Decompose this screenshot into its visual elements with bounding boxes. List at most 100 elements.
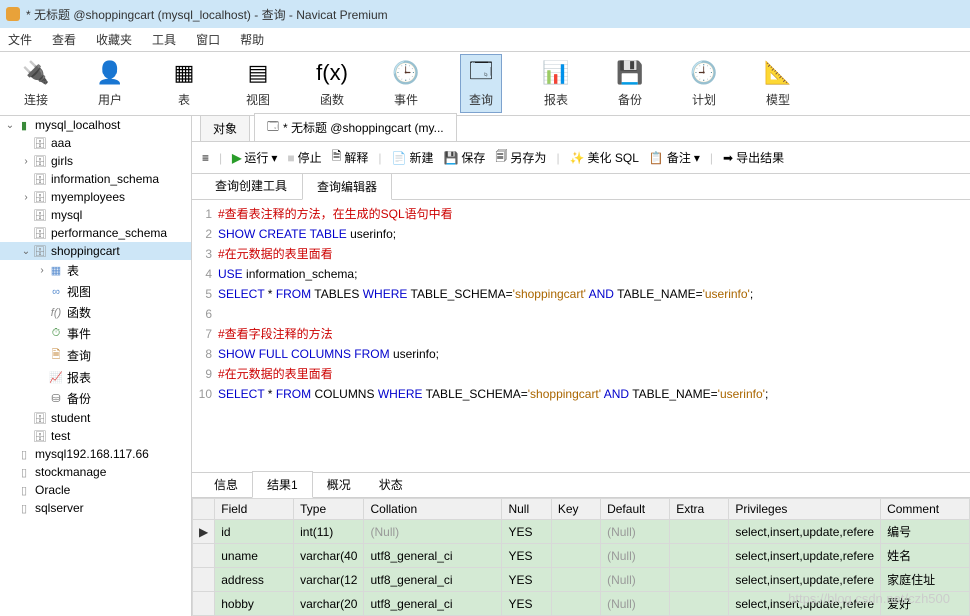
grid-cell[interactable]: [551, 568, 600, 592]
menu-item[interactable]: 查看: [52, 31, 76, 48]
toolbar-计划[interactable]: 🕘计划: [684, 55, 724, 112]
run-button[interactable]: ▶运行 ▾: [232, 149, 277, 166]
tree-toggle[interactable]: ›: [20, 156, 32, 167]
grid-cell[interactable]: 爱好: [881, 592, 970, 616]
tree-item[interactable]: ›▦表: [0, 260, 191, 281]
toolbar-用户[interactable]: 👤用户: [90, 55, 130, 112]
tree-item[interactable]: ∞视图: [0, 281, 191, 302]
tree-item[interactable]: ⌄▮mysql_localhost: [0, 116, 191, 134]
save-button[interactable]: 💾 保存: [443, 149, 485, 166]
grid-cell[interactable]: varchar(12: [294, 568, 364, 592]
grid-cell[interactable]: varchar(20: [294, 592, 364, 616]
grid-cell[interactable]: 姓名: [881, 544, 970, 568]
grid-cell[interactable]: (Null): [601, 544, 670, 568]
grid-header[interactable]: Privileges: [729, 499, 881, 520]
beautify-button[interactable]: ✨ 美化 SQL: [570, 149, 639, 166]
grid-cell[interactable]: YES: [502, 568, 551, 592]
grid-header[interactable]: Field: [215, 499, 294, 520]
table-row[interactable]: unamevarchar(40utf8_general_ciYES(Null)s…: [193, 544, 970, 568]
grid-header[interactable]: Collation: [364, 499, 502, 520]
connection-tree[interactable]: ⌄▮mysql_localhost🗄aaa›🗄girls🗄information…: [0, 116, 192, 616]
grid-cell[interactable]: [670, 544, 729, 568]
menu-item[interactable]: 窗口: [196, 31, 220, 48]
grid-cell[interactable]: int(11): [294, 520, 364, 544]
tree-item[interactable]: ▯sqlserver: [0, 499, 191, 517]
grid-cell[interactable]: id: [215, 520, 294, 544]
menu-item[interactable]: 帮助: [240, 31, 264, 48]
grid-cell[interactable]: uname: [215, 544, 294, 568]
tree-item[interactable]: ⏱事件: [0, 323, 191, 344]
new-button[interactable]: 📄 新建: [391, 149, 433, 166]
grid-header[interactable]: Comment: [881, 499, 970, 520]
grid-cell[interactable]: utf8_general_ci: [364, 544, 502, 568]
tree-item[interactable]: ▯mysql192.168.117.66: [0, 445, 191, 463]
menu-item[interactable]: 工具: [152, 31, 176, 48]
menu-icon[interactable]: ≡: [202, 151, 209, 165]
toolbar-连接[interactable]: 🔌连接: [16, 55, 56, 112]
toolbar-事件[interactable]: 🕒事件: [386, 55, 426, 112]
tree-item[interactable]: 🗎查询: [0, 344, 191, 367]
grid-cell[interactable]: utf8_general_ci: [364, 592, 502, 616]
tree-item[interactable]: 🗄aaa: [0, 134, 191, 152]
grid-cell[interactable]: 编号: [881, 520, 970, 544]
grid-cell[interactable]: [670, 520, 729, 544]
grid-header[interactable]: Default: [601, 499, 670, 520]
result-tab[interactable]: 概况: [313, 472, 365, 497]
tree-item[interactable]: 🗄student: [0, 409, 191, 427]
tree-item[interactable]: 🗄mysql: [0, 206, 191, 224]
toolbar-报表[interactable]: 📊报表: [536, 55, 576, 112]
grid-cell[interactable]: [670, 592, 729, 616]
grid-cell[interactable]: YES: [502, 592, 551, 616]
grid-cell[interactable]: select,insert,update,refere: [729, 544, 881, 568]
grid-cell[interactable]: hobby: [215, 592, 294, 616]
grid-header[interactable]: Key: [551, 499, 600, 520]
toolbar-表[interactable]: ▦表: [164, 55, 204, 112]
stop-button[interactable]: ■停止: [287, 149, 321, 166]
export-button[interactable]: ➡ 导出结果: [723, 149, 784, 166]
tree-item[interactable]: f()函数: [0, 302, 191, 323]
grid-header[interactable]: Extra: [670, 499, 729, 520]
tree-item[interactable]: 🗄information_schema: [0, 170, 191, 188]
grid-cell[interactable]: select,insert,update,refere: [729, 592, 881, 616]
grid-cell[interactable]: YES: [502, 520, 551, 544]
grid-cell[interactable]: (Null): [601, 592, 670, 616]
grid-cell[interactable]: (Null): [601, 520, 670, 544]
tree-item[interactable]: 🗄test: [0, 427, 191, 445]
result-tab[interactable]: 信息: [200, 472, 252, 497]
grid-cell[interactable]: 家庭住址: [881, 568, 970, 592]
saveas-button[interactable]: 🗐 另存为: [495, 147, 546, 168]
code-area[interactable]: #查看表注释的方法，在生成的SQL语句中看SHOW CREATE TABLE u…: [218, 204, 970, 468]
grid-cell[interactable]: (Null): [364, 520, 502, 544]
toolbar-备份[interactable]: 💾备份: [610, 55, 650, 112]
tree-toggle[interactable]: ⌄: [4, 120, 16, 131]
toolbar-模型[interactable]: 📐模型: [758, 55, 798, 112]
grid-cell[interactable]: (Null): [601, 568, 670, 592]
tree-item[interactable]: ▯stockmanage: [0, 463, 191, 481]
grid-header[interactable]: Null: [502, 499, 551, 520]
grid-cell[interactable]: address: [215, 568, 294, 592]
grid-header[interactable]: Type: [294, 499, 364, 520]
menu-item[interactable]: 文件: [8, 31, 32, 48]
table-row[interactable]: ▶idint(11)(Null)YES(Null)select,insert,u…: [193, 520, 970, 544]
editor-tab[interactable]: 对象: [200, 115, 250, 141]
tree-toggle[interactable]: ⌄: [20, 246, 32, 257]
grid-cell[interactable]: select,insert,update,refere: [729, 520, 881, 544]
menu-item[interactable]: 收藏夹: [96, 31, 132, 48]
tree-item[interactable]: ⌄🗄shoppingcart: [0, 242, 191, 260]
tree-item[interactable]: 📈报表: [0, 367, 191, 388]
result-tab[interactable]: 结果1: [252, 471, 313, 498]
result-tab[interactable]: 状态: [365, 472, 417, 497]
grid-cell[interactable]: YES: [502, 544, 551, 568]
tree-toggle[interactable]: ›: [20, 192, 32, 203]
tree-item[interactable]: ›🗄myemployees: [0, 188, 191, 206]
subtab[interactable]: 查询编辑器: [302, 173, 392, 200]
tree-item[interactable]: 🗄performance_schema: [0, 224, 191, 242]
tree-item[interactable]: ▯Oracle: [0, 481, 191, 499]
tree-item[interactable]: ›🗄girls: [0, 152, 191, 170]
explain-button[interactable]: 🗎 解释: [332, 147, 369, 168]
grid-cell[interactable]: [551, 520, 600, 544]
result-grid[interactable]: FieldTypeCollationNullKeyDefaultExtraPri…: [192, 498, 970, 616]
table-row[interactable]: addressvarchar(12utf8_general_ciYES (Null…: [193, 568, 970, 592]
grid-cell[interactable]: utf8_general_ci: [364, 568, 502, 592]
grid-cell[interactable]: [551, 592, 600, 616]
